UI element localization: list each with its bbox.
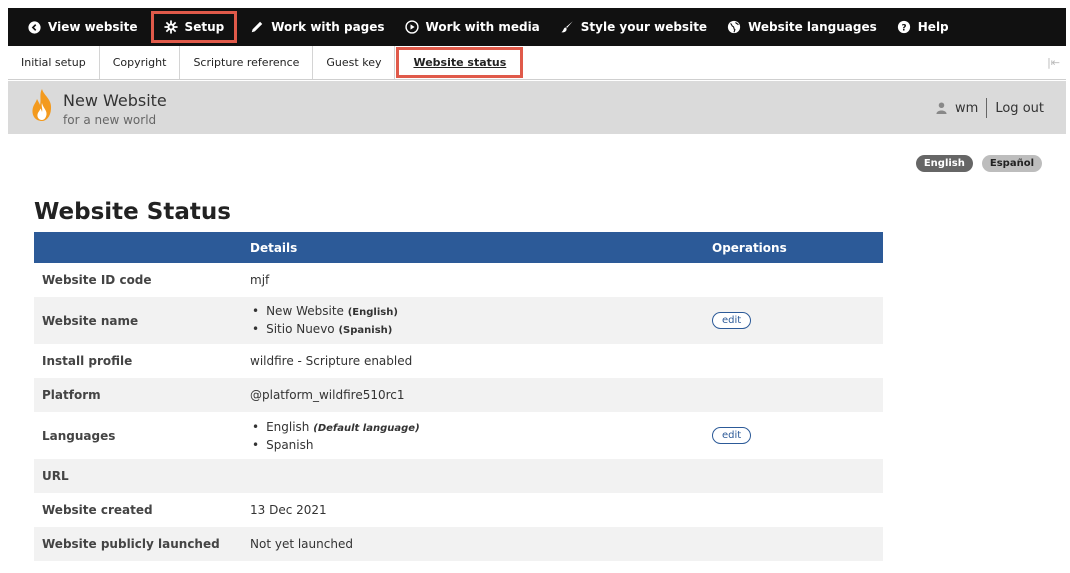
table-row: Website name New Website (English) Sitio…: [34, 297, 883, 344]
website-name-text: Sitio Nuevo: [266, 321, 335, 336]
site-name[interactable]: New Website: [63, 91, 167, 110]
setup-label: Setup: [184, 20, 225, 34]
website-name-text: New Website: [266, 303, 344, 318]
table-header-label: [34, 232, 250, 263]
row-value: New Website (English) Sitio Nuevo (Spani…: [250, 297, 712, 344]
view-website-label: View website: [48, 20, 138, 34]
row-value: English (Default language) Spanish: [250, 412, 712, 459]
table-row: Platform @platform_wildfire510rc1: [34, 378, 883, 412]
website-languages-link[interactable]: Website languages: [717, 8, 887, 46]
table-header-row: Details Operations: [34, 232, 883, 263]
table-row: Website ID code mjf: [34, 263, 883, 297]
table-row: Website created 13 Dec 2021: [34, 493, 883, 527]
website-languages-label: Website languages: [748, 20, 877, 34]
browser-viewport: View website Setup Work with pages Work …: [8, 8, 1066, 573]
row-value: Not yet launched: [250, 527, 712, 561]
table-row: URL: [34, 459, 883, 493]
language-spanish[interactable]: Español: [981, 155, 1042, 172]
view-website-link[interactable]: View website: [18, 8, 148, 46]
row-label: Install profile: [34, 344, 250, 378]
row-operations: [712, 459, 883, 493]
style-website-link[interactable]: Style your website: [550, 8, 717, 46]
user-menu: wm Log out: [936, 98, 1044, 118]
setup-tabs: Initial setup Copyright Scripture refere…: [8, 46, 1066, 80]
row-value: [250, 459, 712, 493]
language-text: Spanish: [266, 437, 314, 452]
row-value: wildfire - Scripture enabled: [250, 344, 712, 378]
logout-link[interactable]: Log out: [995, 101, 1044, 116]
row-label: Website ID code: [34, 263, 250, 297]
languages-list: English (Default language) Spanish: [250, 419, 712, 453]
chevron-left-circle-icon: [28, 20, 41, 34]
row-operations: [712, 527, 883, 561]
list-item: English (Default language): [250, 419, 712, 437]
tab-copyright[interactable]: Copyright: [100, 46, 181, 79]
row-label: Website name: [34, 297, 250, 344]
gear-icon: [163, 20, 178, 34]
brush-icon: [561, 21, 573, 33]
flame-icon[interactable]: [30, 88, 54, 122]
list-item: Sitio Nuevo (Spanish): [250, 321, 712, 339]
language-text: English: [266, 419, 310, 434]
setup-link[interactable]: Setup: [148, 8, 241, 46]
row-operations: [712, 493, 883, 527]
default-language-tag: (Default language): [313, 422, 420, 434]
language-tag: (English): [347, 306, 398, 318]
table-row: Website publicly launched Not yet launch…: [34, 527, 883, 561]
edit-website-name-button[interactable]: edit: [712, 312, 752, 329]
play-circle-icon: [404, 20, 419, 34]
list-item: New Website (English): [250, 303, 712, 321]
globe-icon: [727, 20, 741, 34]
work-with-media-link[interactable]: Work with media: [395, 8, 550, 46]
row-operations: edit: [712, 297, 883, 344]
admin-toolbar: View website Setup Work with pages Work …: [8, 8, 1066, 46]
edit-languages-button[interactable]: edit: [712, 427, 752, 444]
table-header-operations: Operations: [712, 232, 883, 263]
table-row: Install profile wildfire - Scripture ena…: [34, 344, 883, 378]
work-with-pages-link[interactable]: Work with pages: [240, 8, 394, 46]
row-value: @platform_wildfire510rc1: [250, 378, 712, 412]
language-tag: (Spanish): [338, 324, 393, 336]
row-operations: [712, 378, 883, 412]
site-slogan: for a new world: [63, 113, 157, 127]
row-operations: [712, 263, 883, 297]
row-operations: [712, 344, 883, 378]
user-icon: [936, 102, 947, 114]
user-separator: [986, 98, 988, 118]
tab-website-status[interactable]: Website status: [395, 46, 524, 79]
collapse-toolbar-icon[interactable]: |⇤: [1047, 56, 1060, 69]
site-header: New Website for a new world wm Log out: [8, 81, 1066, 134]
table-header-details: Details: [250, 232, 712, 263]
tab-guest-key[interactable]: Guest key: [313, 46, 396, 79]
website-name-list: New Website (English) Sitio Nuevo (Spani…: [250, 303, 712, 339]
row-operations: edit: [712, 412, 883, 459]
page-title: Website Status: [34, 199, 231, 225]
style-website-label: Style your website: [580, 20, 708, 34]
username-link[interactable]: wm: [955, 101, 978, 116]
help-icon: ?: [897, 20, 910, 34]
row-label: Website created: [34, 493, 250, 527]
language-english[interactable]: English: [915, 155, 973, 172]
list-item: Spanish: [250, 437, 712, 453]
language-switcher: English Español: [915, 155, 1042, 172]
work-with-media-label: Work with media: [425, 20, 540, 34]
table-row: Languages English (Default language) Spa…: [34, 412, 883, 459]
svg-text:?: ?: [901, 24, 906, 34]
tab-scripture-reference[interactable]: Scripture reference: [180, 46, 314, 79]
row-label: URL: [34, 459, 250, 493]
pencil-icon: [251, 21, 263, 33]
tab-initial-setup[interactable]: Initial setup: [8, 46, 100, 79]
help-label: Help: [917, 20, 949, 34]
row-value: 13 Dec 2021: [250, 493, 712, 527]
row-value: mjf: [250, 263, 712, 297]
row-label: Platform: [34, 378, 250, 412]
help-link[interactable]: ? Help: [887, 8, 959, 46]
website-status-table: Details Operations Website ID code mjf W…: [34, 232, 883, 561]
row-label: Website publicly launched: [34, 527, 250, 561]
row-label: Languages: [34, 412, 250, 459]
work-with-pages-label: Work with pages: [271, 20, 385, 34]
